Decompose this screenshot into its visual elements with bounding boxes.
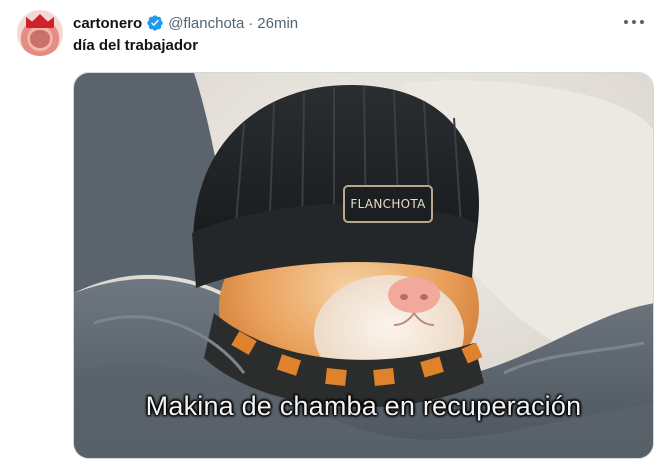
tweet-header: cartonero @flanchota · 26min [73, 12, 298, 34]
separator-dot: · [248, 14, 254, 32]
avatar-face [30, 30, 50, 48]
author-display-name[interactable]: cartonero [73, 15, 142, 32]
beanie-label: FLANCHOTA [350, 197, 426, 211]
verified-badge-icon [147, 15, 163, 31]
avatar[interactable] [17, 10, 63, 56]
author-handle[interactable]: @flanchota [168, 15, 244, 32]
timestamp[interactable]: 26min [257, 15, 298, 32]
more-options-icon[interactable] [623, 14, 645, 30]
image-caption: Makina de chamba en recuperación [145, 391, 582, 421]
tweet-text: día del trabajador [73, 37, 199, 54]
tweet-media-image[interactable]: FLANCHOTA Makina de chamba en recuperaci… [73, 72, 654, 459]
crown-icon [26, 14, 54, 28]
